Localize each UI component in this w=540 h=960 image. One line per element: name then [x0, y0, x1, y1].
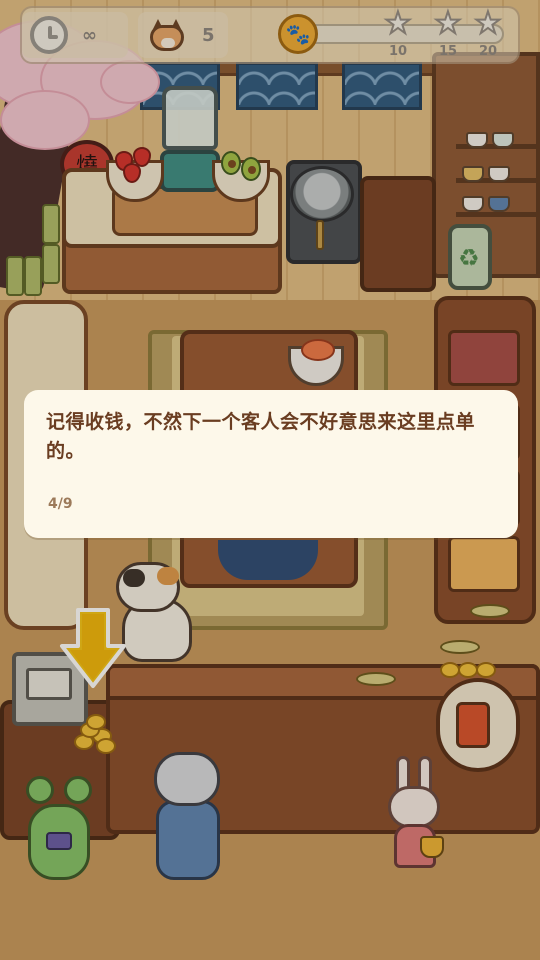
- tutorial-dialog[interactable]: 记得收钱，不然下一个客人会不好意思来这里点单的。 4/9: [24, 390, 518, 538]
- restaurant-scene: 燒 ♻ ∞ 5 🐾 ★ 10 ★ 15 ★ 20 记得收钱，不然下一个客人会不好…: [0, 0, 540, 960]
- tutorial-message: 记得收钱，不然下一个客人会不好意思来这里点单的。: [46, 411, 476, 462]
- tutorial-step-counter: 4/9: [48, 496, 73, 512]
